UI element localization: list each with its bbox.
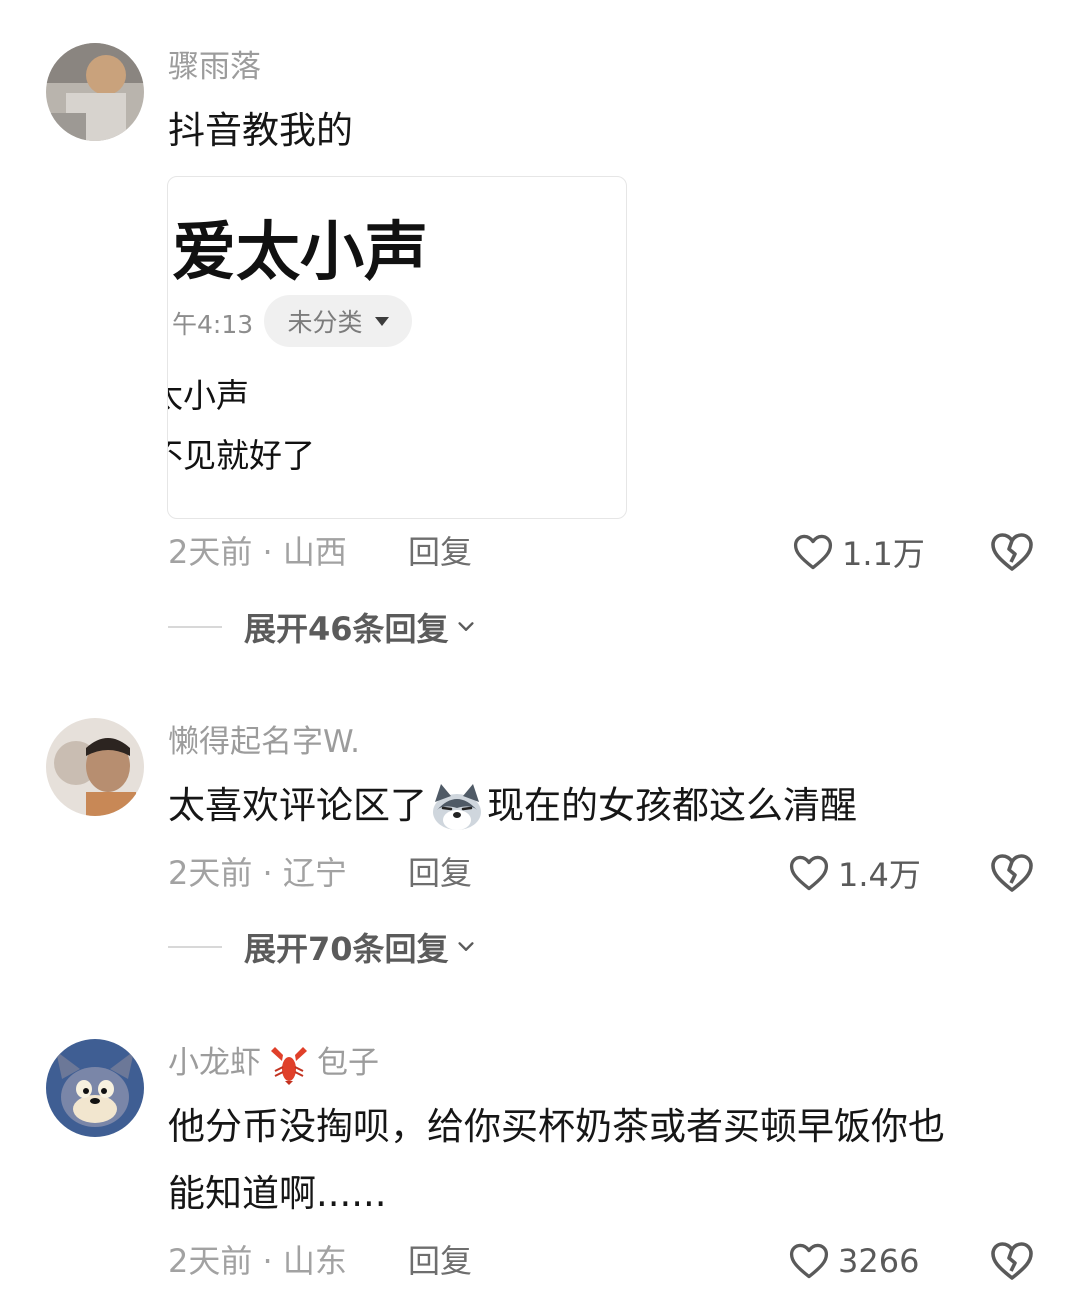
comment-attached-image[interactable]: 爱太小声 午4:13 未分类 太小声 不见就好了 bbox=[167, 176, 627, 519]
expand-replies-label: 展开46条回复 bbox=[244, 610, 449, 648]
reply-button[interactable]: 回复 bbox=[408, 530, 472, 574]
dropdown-triangle-icon bbox=[374, 316, 389, 326]
like-count: 1.1万 bbox=[842, 535, 925, 573]
heart-outline-icon bbox=[789, 1243, 829, 1279]
like-button[interactable]: 1.4万 bbox=[786, 849, 921, 897]
image-note-title: 爱太小声 bbox=[172, 216, 428, 290]
image-note-line: 不见就好了 bbox=[168, 436, 315, 475]
image-note-category-tag: 未分类 bbox=[264, 295, 412, 347]
chevron-down-icon bbox=[457, 622, 474, 631]
like-count: 1.4万 bbox=[838, 856, 921, 894]
heart-outline-icon bbox=[789, 855, 829, 891]
comment-text: 能知道啊...... bbox=[168, 1172, 387, 1215]
expand-replies-label: 展开70条回复 bbox=[244, 930, 449, 968]
user-avatar[interactable] bbox=[46, 718, 144, 816]
expand-replies-button[interactable]: 展开70条回复 bbox=[168, 925, 477, 969]
comment-text: 抖音教我的 bbox=[168, 109, 353, 152]
broken-heart-icon[interactable] bbox=[988, 849, 1036, 897]
expand-replies-button[interactable]: 展开46条回复 bbox=[168, 605, 477, 649]
username-part: 小龙虾 bbox=[168, 1045, 261, 1081]
broken-heart-icon[interactable] bbox=[988, 1237, 1036, 1285]
like-button[interactable]: 3266 bbox=[786, 1237, 919, 1285]
husky-emoji bbox=[433, 783, 481, 830]
category-tag-label: 未分类 bbox=[287, 308, 363, 337]
chevron-down-icon bbox=[457, 942, 474, 951]
image-note-time: 午4:13 bbox=[172, 310, 254, 339]
comment-text-part: 现在的女孩都这么清醒 bbox=[487, 784, 857, 827]
broken-heart-icon[interactable] bbox=[988, 528, 1036, 576]
reply-button[interactable]: 回复 bbox=[408, 851, 472, 895]
comment-meta: 2天前 · 辽宁 bbox=[168, 854, 347, 892]
image-note-line: 太小声 bbox=[168, 376, 249, 415]
user-avatar[interactable] bbox=[46, 43, 144, 141]
divider-line bbox=[168, 946, 222, 948]
heart-outline-icon bbox=[793, 534, 833, 570]
lobster-emoji bbox=[271, 1046, 307, 1085]
like-count: 3266 bbox=[838, 1242, 920, 1280]
comment-username[interactable]: 懒得起名字W. bbox=[168, 722, 360, 762]
comment-text: 太喜欢评论区了 现在的女孩都这么清醒 bbox=[168, 778, 857, 834]
comment-username[interactable]: 骤雨落 bbox=[168, 47, 261, 87]
like-button[interactable]: 1.1万 bbox=[790, 528, 925, 576]
user-avatar[interactable] bbox=[46, 1039, 144, 1137]
comment-meta: 2天前 · 山东 bbox=[168, 1242, 347, 1280]
comment-text-part: 太喜欢评论区了 bbox=[168, 784, 427, 827]
comment-text: 他分币没掏呗，给你买杯奶茶或者买顿早饭你也 bbox=[168, 1105, 945, 1148]
username-part: 包子 bbox=[317, 1045, 379, 1081]
comment-meta: 2天前 · 山西 bbox=[168, 533, 347, 571]
reply-button[interactable]: 回复 bbox=[408, 1239, 472, 1283]
comment-username[interactable]: 小龙虾 包子 bbox=[168, 1043, 379, 1085]
divider-line bbox=[168, 626, 222, 628]
